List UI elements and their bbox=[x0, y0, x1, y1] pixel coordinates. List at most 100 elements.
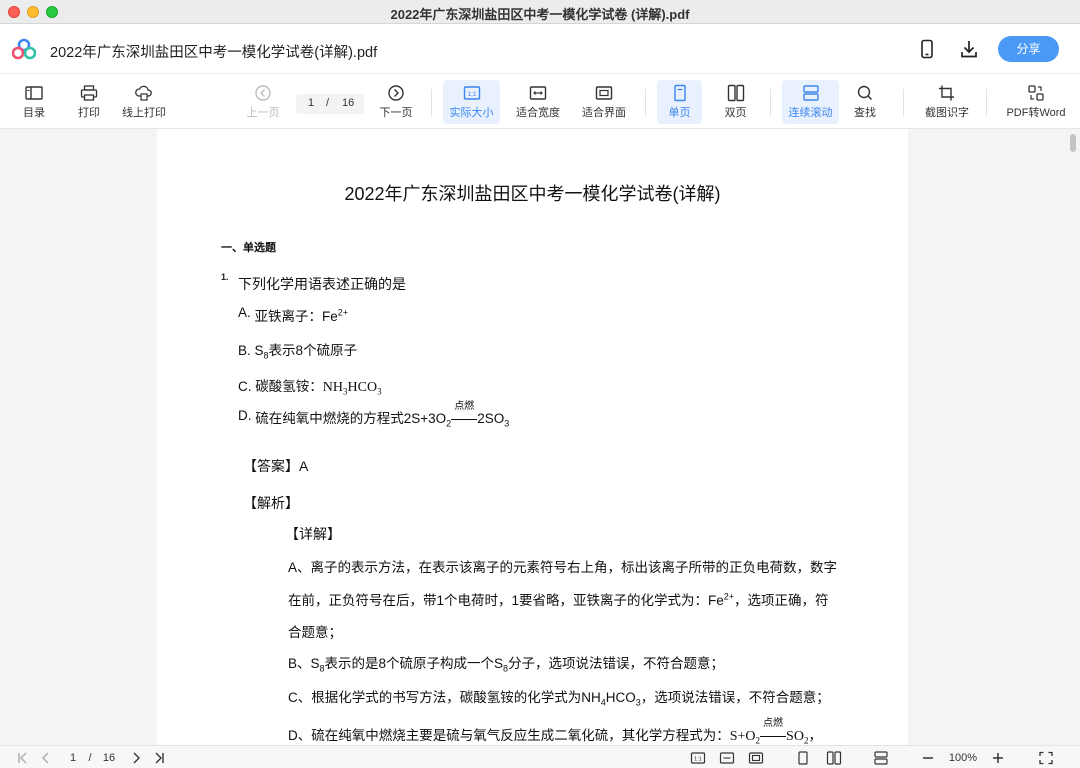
option-d: D. 硫在纯氧中燃烧的方程式2S+3O2 点燃 2SO3 bbox=[238, 401, 509, 429]
status-prev-page-button[interactable] bbox=[38, 749, 54, 766]
actual-size-label: 实际大小 bbox=[449, 107, 494, 119]
scrollbar-thumb[interactable] bbox=[1070, 134, 1076, 152]
explanation-line-1: A、离子的表示方法，在表示该离子的元素符号右上角，标出该离子所带的正负电荷数，数… bbox=[288, 560, 838, 575]
share-button[interactable]: 分享 bbox=[998, 36, 1059, 62]
double-page-icon bbox=[826, 750, 842, 765]
option-a-text: 亚铁离子：Fe bbox=[254, 309, 338, 324]
reaction-arrow-line bbox=[451, 418, 478, 420]
option-d-text: 硫在纯氧中燃烧的方程式2S+3O bbox=[255, 411, 447, 426]
line-6-reaction-condition: 点燃 bbox=[760, 718, 787, 743]
option-d-label: D. bbox=[238, 408, 252, 423]
phone-icon[interactable] bbox=[916, 38, 938, 60]
page-number-input[interactable]: 1 / 16 bbox=[296, 94, 364, 114]
answer-value: A bbox=[299, 458, 309, 474]
detail-label: 【详解】 bbox=[285, 526, 341, 542]
next-page-button[interactable]: 下一页 bbox=[376, 80, 416, 124]
zoom-out-button[interactable] bbox=[920, 749, 936, 766]
single-page-button[interactable]: 单页 bbox=[657, 80, 702, 124]
online-print-button[interactable]: 线上打印 bbox=[118, 80, 170, 124]
first-page-button[interactable] bbox=[14, 749, 32, 766]
continuous-scroll-icon bbox=[802, 85, 819, 101]
screenshot-ocr-button[interactable]: 截图识字 bbox=[918, 80, 976, 124]
fit-page-icon bbox=[748, 751, 764, 764]
fit-page-button[interactable]: 适合界面 bbox=[578, 80, 630, 124]
prev-page-button[interactable]: 上一页 bbox=[243, 80, 283, 124]
svg-text:1:1: 1:1 bbox=[467, 91, 476, 98]
zoom-level[interactable]: 100% bbox=[944, 749, 982, 766]
total-pages: 16 bbox=[342, 97, 355, 109]
status-bar: 1 / 16 1:1 100% bbox=[0, 745, 1080, 768]
fit-width-button[interactable]: 适合宽度 bbox=[512, 80, 564, 124]
document-title: 2022年广东深圳盐田区中考一模化学试卷(详解).pdf bbox=[50, 45, 378, 61]
toolbar-divider bbox=[986, 89, 987, 117]
line-5-part2: HCO bbox=[605, 690, 636, 705]
find-button[interactable]: 查找 bbox=[845, 80, 885, 124]
document-viewport[interactable]: 2022年广东深圳盐田区中考一模化学试卷(详解) 一、单选题 1. 下列化学用语… bbox=[0, 129, 1080, 745]
double-page-button[interactable]: 双页 bbox=[713, 80, 758, 124]
actual-size-icon: 1:1 bbox=[690, 751, 706, 764]
explanation-line-4: B、S8表示的是8个硫原子构成一个S8分子，选项说法错误，不符合题意； bbox=[288, 652, 724, 674]
prev-page-label: 上一页 bbox=[246, 107, 280, 119]
status-page-separator: / bbox=[88, 751, 92, 764]
toolbar-divider bbox=[903, 89, 904, 117]
explanation-line-5: C、根据化学式的书写方法，碳酸氢铵的化学式为NH4HCO3，选项说法错误，不符合… bbox=[288, 686, 830, 708]
line-4-part1: B、S bbox=[288, 656, 320, 671]
app-logo-icon bbox=[12, 38, 36, 60]
option-c-label: C. bbox=[238, 379, 252, 394]
explanation-line-3: 合题意； bbox=[288, 625, 342, 640]
continuous-scroll-button[interactable]: 连续滚动 bbox=[782, 80, 839, 124]
actual-size-icon: 1:1 bbox=[463, 86, 480, 100]
window-title: 2022年广东深圳盐田区中考一模化学试卷 (详解).pdf bbox=[390, 7, 690, 22]
pdf-to-word-button[interactable]: PDF转Word bbox=[1000, 80, 1072, 124]
window-titlebar: 2022年广东深圳盐田区中考一模化学试卷 (详解).pdf bbox=[0, 0, 1080, 24]
reaction-condition-text: 点燃 bbox=[454, 401, 475, 412]
toc-button[interactable]: 目录 bbox=[14, 80, 54, 124]
vertical-scrollbar[interactable] bbox=[1066, 129, 1080, 745]
line-6-text: D、硫在纯氧中燃烧主要是硫与氧气反应生成二氧化硫，其化学方程式为： bbox=[288, 728, 730, 743]
actual-size-button[interactable]: 1:1 实际大小 bbox=[443, 80, 500, 124]
option-c-formula-part1: NH bbox=[322, 380, 343, 395]
status-continuous-scroll-button[interactable] bbox=[871, 749, 891, 766]
status-double-page-button[interactable] bbox=[823, 749, 845, 766]
fit-width-label: 适合宽度 bbox=[516, 107, 560, 119]
answer-label: 【答案】 bbox=[243, 458, 299, 474]
status-actual-size-button[interactable]: 1:1 bbox=[688, 749, 708, 766]
line-6-condition-text: 点燃 bbox=[763, 718, 784, 729]
toc-icon bbox=[25, 86, 43, 100]
option-b-label: B. bbox=[238, 343, 251, 358]
chevron-right-circle-icon bbox=[388, 85, 404, 101]
option-a: A. 亚铁离子：Fe2+ bbox=[238, 305, 348, 325]
double-page-label: 双页 bbox=[724, 107, 747, 119]
status-single-page-button[interactable] bbox=[793, 749, 813, 766]
page-heading: 2022年广东深圳盐田区中考一模化学试卷(详解) bbox=[344, 184, 721, 204]
fullscreen-icon bbox=[1039, 751, 1053, 764]
double-page-icon bbox=[727, 84, 744, 102]
line-6-formula-part1: S+O bbox=[729, 729, 756, 744]
option-a-label: A. bbox=[238, 305, 251, 320]
single-page-icon bbox=[673, 84, 686, 102]
line-6-formula-part2: SO bbox=[786, 729, 804, 744]
option-b-symbol: S bbox=[254, 343, 264, 358]
zoom-in-button[interactable] bbox=[990, 749, 1006, 766]
option-c-text: 碳酸氢铵： bbox=[255, 379, 323, 394]
convert-icon bbox=[1028, 85, 1044, 101]
last-page-button[interactable] bbox=[150, 749, 168, 766]
question-number: 1. bbox=[221, 272, 229, 282]
print-button[interactable]: 打印 bbox=[69, 80, 109, 124]
analysis-label: 【解析】 bbox=[243, 495, 299, 511]
status-current-page[interactable]: 1 bbox=[66, 749, 80, 766]
fullscreen-button[interactable] bbox=[1037, 749, 1055, 766]
download-icon[interactable] bbox=[958, 38, 980, 60]
explanation-line-2-text: 在前，正负符号在后，带1个电荷时，1要省略，亚铁离子的化学式为：Fe bbox=[288, 593, 724, 608]
status-fit-page-button[interactable] bbox=[746, 749, 766, 766]
line-4-part3: 分子，选项说法错误，不符合题意； bbox=[508, 656, 725, 671]
chevron-left-circle-icon bbox=[255, 85, 271, 101]
option-b-text: 表示8个硫原子 bbox=[268, 343, 358, 358]
current-page: 1 bbox=[308, 97, 315, 109]
first-page-icon bbox=[18, 752, 27, 763]
reaction-condition: 点燃 bbox=[451, 401, 478, 426]
status-next-page-button[interactable] bbox=[128, 749, 144, 766]
toolbar-divider bbox=[431, 89, 432, 117]
option-d-product: 2SO bbox=[477, 411, 505, 426]
status-fit-width-button[interactable] bbox=[717, 749, 737, 766]
